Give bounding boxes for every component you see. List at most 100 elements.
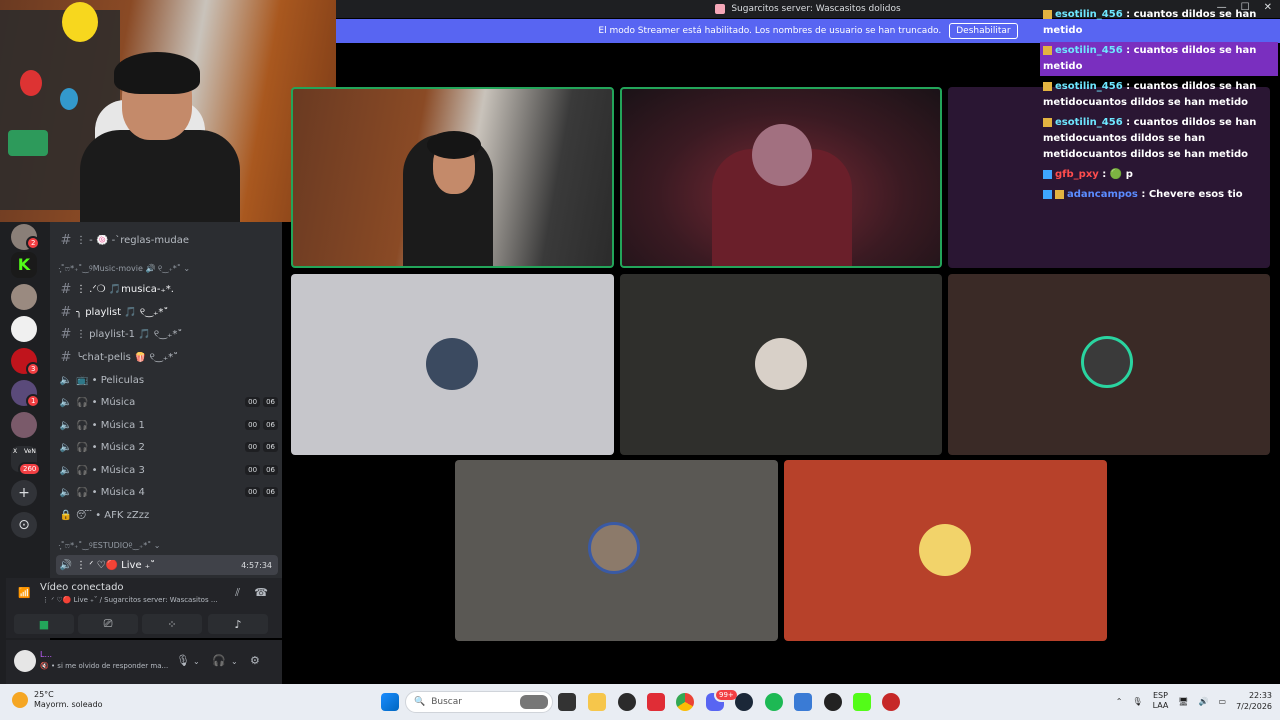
category-music[interactable]: ·̩͙˚ෆ*₊˚‿୨Music-movie 🔊 ୧‿₊*˚ ⌄ <box>58 264 190 274</box>
sun-icon <box>12 692 28 708</box>
streamer-banner-text: El modo Streamer está habilitado. Los no… <box>598 26 942 36</box>
voice-tile-participant[interactable] <box>455 460 778 641</box>
chevron-up-icon[interactable]: ⌃ <box>1116 697 1123 706</box>
task-view-icon[interactable] <box>558 693 576 711</box>
avatar[interactable] <box>14 650 36 672</box>
disconnect-icon[interactable]: ☎ <box>254 586 268 599</box>
chevron-down-icon[interactable]: ⌄ <box>231 657 238 666</box>
kick-icon[interactable] <box>853 693 871 711</box>
voice-tile-participant[interactable] <box>948 274 1270 455</box>
video-tile-streamer[interactable] <box>291 87 614 268</box>
webcam-overlay <box>0 0 336 222</box>
hash-icon: # <box>60 281 72 297</box>
user-count: 00 <box>245 420 261 430</box>
hash-icon: # <box>60 232 72 248</box>
activities-button[interactable]: ⁘ <box>142 614 202 634</box>
windows-start-icon[interactable] <box>381 693 399 711</box>
server-icon <box>715 4 726 14</box>
voice-channel-musica-4[interactable]: 🔈 🎧 • Música 4 00 06 <box>56 482 278 502</box>
discover-icon[interactable]: ⊙ <box>11 512 37 538</box>
voice-channel-peliculas[interactable]: 🔈 📺 • Peliculas <box>56 370 278 390</box>
obs-icon[interactable] <box>824 693 842 711</box>
chrome-icon[interactable] <box>676 693 694 711</box>
screen-share-button[interactable]: ⎚ <box>78 614 138 634</box>
speaker-icon: 🔈 <box>59 374 73 386</box>
voice-tile-participant[interactable] <box>291 274 614 455</box>
voice-connection-panel: 📶 Vídeo conectado ⋮ ᐟ ♡🔴 Live ₊˚ / Sugar… <box>6 578 282 638</box>
voice-channel-path: ⋮ ᐟ ♡🔴 Live ₊˚ / Sugarcitos server: Wasc… <box>42 596 218 604</box>
app-icon[interactable] <box>647 693 665 711</box>
language-indicator[interactable]: ESP LAA <box>1153 691 1169 711</box>
file-explorer-icon[interactable] <box>588 693 606 711</box>
time: 22:33 <box>1248 691 1272 700</box>
voice-channel-live[interactable]: 🔊 ⋮ ᐟ ♡🔴 Live ₊˚ 4:57:34 <box>56 555 278 575</box>
channel-list: # ⋮ - 🍥 -ˋreglas-mudae ·̩͙˚ෆ*₊˚‿୨Music-m… <box>50 222 282 578</box>
voice-tile-participant[interactable] <box>620 274 942 455</box>
chevron-down-icon[interactable]: ⌄ <box>193 657 200 666</box>
chat-message: adancampos : Chevere esos tio <box>1040 186 1278 204</box>
disable-streamer-button[interactable]: Deshabilitar <box>949 23 1018 39</box>
server-icon[interactable]: K <box>11 252 37 278</box>
volume-icon[interactable]: 🔊 <box>1199 697 1209 706</box>
channel-chat-pelis[interactable]: # ╰chat-pelis 🍿 ୧‿₊*˚ <box>56 347 278 367</box>
chat-message: esotilin_456 : cuantos dildos se han met… <box>1043 81 1257 108</box>
custom-status: 🔇 • si me olvido de responder ma... <box>40 662 169 670</box>
add-server-icon[interactable]: + <box>11 480 37 506</box>
app-icon[interactable] <box>618 693 636 711</box>
server-icon[interactable] <box>11 284 37 310</box>
avatar <box>426 338 478 390</box>
voice-channel-musica[interactable]: 🔈 🎧 • Música 00 06 <box>56 392 278 412</box>
mention-badge: 3 <box>26 362 41 376</box>
category-study[interactable]: ·̩͙˚ෆ*₊˚‿୨ESTUDIO୧‿₊*˚ ⌄ <box>58 541 160 551</box>
voice-tile-participant[interactable] <box>784 460 1107 641</box>
badge-icon <box>1043 117 1052 127</box>
user-count: 00 <box>245 442 261 452</box>
user-count: 00 <box>245 465 261 475</box>
notepad-icon[interactable] <box>794 693 812 711</box>
speaker-icon: 🔈 <box>59 419 73 431</box>
server-icon[interactable] <box>11 316 37 342</box>
camera-button[interactable]: ■ <box>14 614 74 634</box>
channel-playlist[interactable]: # ╮ playlist 🎵 ୧‿₊*˚ <box>56 302 278 322</box>
channel-playlist-1[interactable]: # ⋮ playlist-1 🎵 ୧‿₊*˚ <box>56 324 278 344</box>
headset-app-icon[interactable] <box>882 693 900 711</box>
toy-figure <box>20 70 42 96</box>
channel-musica[interactable]: # ⋮ .ᐟ❍ 🎵musica-₊*. <box>56 279 278 299</box>
hash-icon: # <box>60 349 72 365</box>
live-timer: 4:57:34 <box>241 560 272 570</box>
microphone-icon[interactable]: 🎙 <box>176 654 190 667</box>
spotify-icon[interactable] <box>765 693 783 711</box>
soundboard-icon: ♪ <box>234 617 242 631</box>
user-limit: 06 <box>263 420 278 430</box>
badge-icon <box>1055 189 1064 199</box>
speaker-icon: 🔈 <box>59 396 73 408</box>
avatar <box>1081 336 1133 388</box>
speaker-icon: 🔈 <box>59 486 73 498</box>
microphone-icon[interactable]: 🎙 <box>1132 697 1142 706</box>
voice-channel-musica-3[interactable]: 🔈 🎧 • Música 3 00 06 <box>56 460 278 480</box>
channel-reglas[interactable]: # ⋮ - 🍥 -ˋreglas-mudae <box>56 230 278 250</box>
user-limit: 06 <box>263 465 278 475</box>
taskbar-search[interactable]: 🔍 Buscar <box>405 691 553 713</box>
server-icon[interactable] <box>11 412 37 438</box>
noise-suppression-icon[interactable]: ⫽ <box>235 586 240 600</box>
date: 7/2/2026 <box>1236 702 1272 711</box>
badge-icon <box>1043 81 1052 91</box>
battery-icon[interactable]: ▭ <box>1219 697 1227 706</box>
weather-desc: Mayorm. soleado <box>34 700 103 709</box>
weather-widget[interactable]: 25°C Mayorm. soleado <box>12 690 103 710</box>
soundboard-button[interactable]: ♪ <box>208 614 268 634</box>
user-limit: 06 <box>263 397 278 407</box>
voice-channel-musica-2[interactable]: 🔈 🎧 • Música 2 00 06 <box>56 437 278 457</box>
clock[interactable]: 22:33 7/2/2026 <box>1236 690 1272 712</box>
chat-message: gfb_pxy : 🟢 p <box>1040 166 1278 184</box>
signal-icon[interactable]: 📶 <box>18 588 30 599</box>
toy-figure <box>8 130 48 156</box>
voice-channel-musica-1[interactable]: 🔈 🎧 • Música 1 00 06 <box>56 415 278 435</box>
settings-gear-icon[interactable]: ⚙ <box>250 654 260 667</box>
voice-channel-afk[interactable]: 🔒 😴 • AFK zZzz <box>56 505 278 525</box>
network-icon[interactable]: 🖥 <box>1178 697 1188 706</box>
steam-icon[interactable] <box>735 693 753 711</box>
video-tile-participant[interactable] <box>620 87 942 268</box>
headphones-icon[interactable]: 🎧 <box>212 654 226 667</box>
